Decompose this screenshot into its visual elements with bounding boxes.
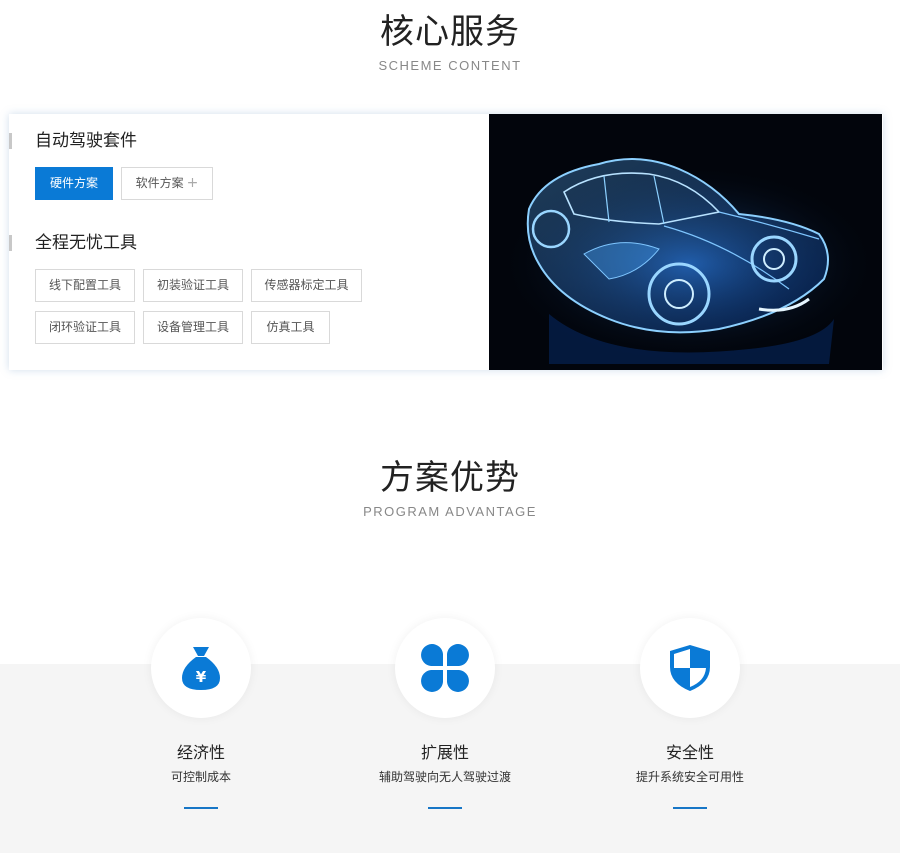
hardware-solution-label: 硬件方案 [49, 176, 98, 190]
tool-label: 线下配置工具 [48, 278, 121, 292]
feature-divider [673, 807, 707, 809]
tool-device-management[interactable]: 设备管理工具 [143, 311, 243, 344]
money-bag-icon: ¥ [182, 647, 220, 690]
feature-scalability: 扩展性 辅助驾驶向无人驾驶过渡 [345, 618, 545, 809]
hardware-solution-tab[interactable]: 硬件方案 [35, 167, 113, 200]
services-title: 核心服务 [380, 12, 520, 52]
feature-title: 扩展性 [420, 743, 469, 762]
tool-closed-loop-verify[interactable]: 闭环验证工具 [35, 311, 135, 344]
page: 核心服务 SCHEME CONTENT 自动驾驶套件 硬件方案 软件方案 + 全程… [0, 0, 900, 853]
tool-label: 仿真工具 [266, 320, 315, 334]
software-solution-tab[interactable]: 软件方案 + [121, 167, 213, 200]
car-image [489, 114, 882, 370]
tool-label: 设备管理工具 [156, 320, 229, 334]
car-illustration [499, 158, 879, 364]
services-section-title: 核心服务 SCHEME CONTENT [0, 12, 900, 74]
shield-icon [670, 645, 710, 691]
four-petal-icon [421, 644, 469, 692]
feature-divider [184, 807, 218, 809]
feature-desc: 可控制成本 [170, 770, 231, 784]
autodrive-kit-title: 自动驾驶套件 [9, 131, 137, 151]
plus-icon: + [186, 175, 199, 191]
feature-icon-circle [395, 618, 495, 718]
tools-group-title: 全程无忧工具 [9, 233, 137, 253]
feature-security: 安全性 提升系统安全可用性 [590, 618, 790, 809]
feature-desc: 辅助驾驶向无人驾驶过渡 [378, 770, 511, 784]
tool-offline-config[interactable]: 线下配置工具 [35, 269, 135, 302]
software-solution-label: 软件方案 [135, 176, 184, 190]
feature-title: 经济性 [176, 743, 225, 762]
feature-divider [428, 807, 462, 809]
advantage-section-title: 方案优势 PROGRAM ADVANTAGE [0, 458, 900, 520]
feature-icon-circle: ¥ [151, 618, 251, 718]
tool-install-verify[interactable]: 初装验证工具 [143, 269, 243, 302]
tool-sensor-calibration[interactable]: 传感器标定工具 [251, 269, 362, 302]
feature-desc: 提升系统安全可用性 [635, 770, 744, 784]
feature-icon-circle [640, 618, 740, 718]
tool-simulation[interactable]: 仿真工具 [251, 311, 330, 344]
services-subtitle: SCHEME CONTENT [378, 58, 522, 73]
tool-label: 传感器标定工具 [264, 278, 349, 292]
feature-economy: ¥ 经济性 可控制成本 [101, 618, 301, 809]
advantage-subtitle: PROGRAM ADVANTAGE [363, 504, 537, 519]
advantage-title: 方案优势 [380, 458, 520, 498]
svg-text:¥: ¥ [196, 668, 207, 686]
tool-label: 闭环验证工具 [48, 320, 121, 334]
services-card: 自动驾驶套件 硬件方案 软件方案 + 全程无忧工具 线下配置工具 初装验证工具 传… [9, 114, 883, 370]
tool-label: 初装验证工具 [156, 278, 229, 292]
feature-title: 安全性 [665, 743, 714, 762]
